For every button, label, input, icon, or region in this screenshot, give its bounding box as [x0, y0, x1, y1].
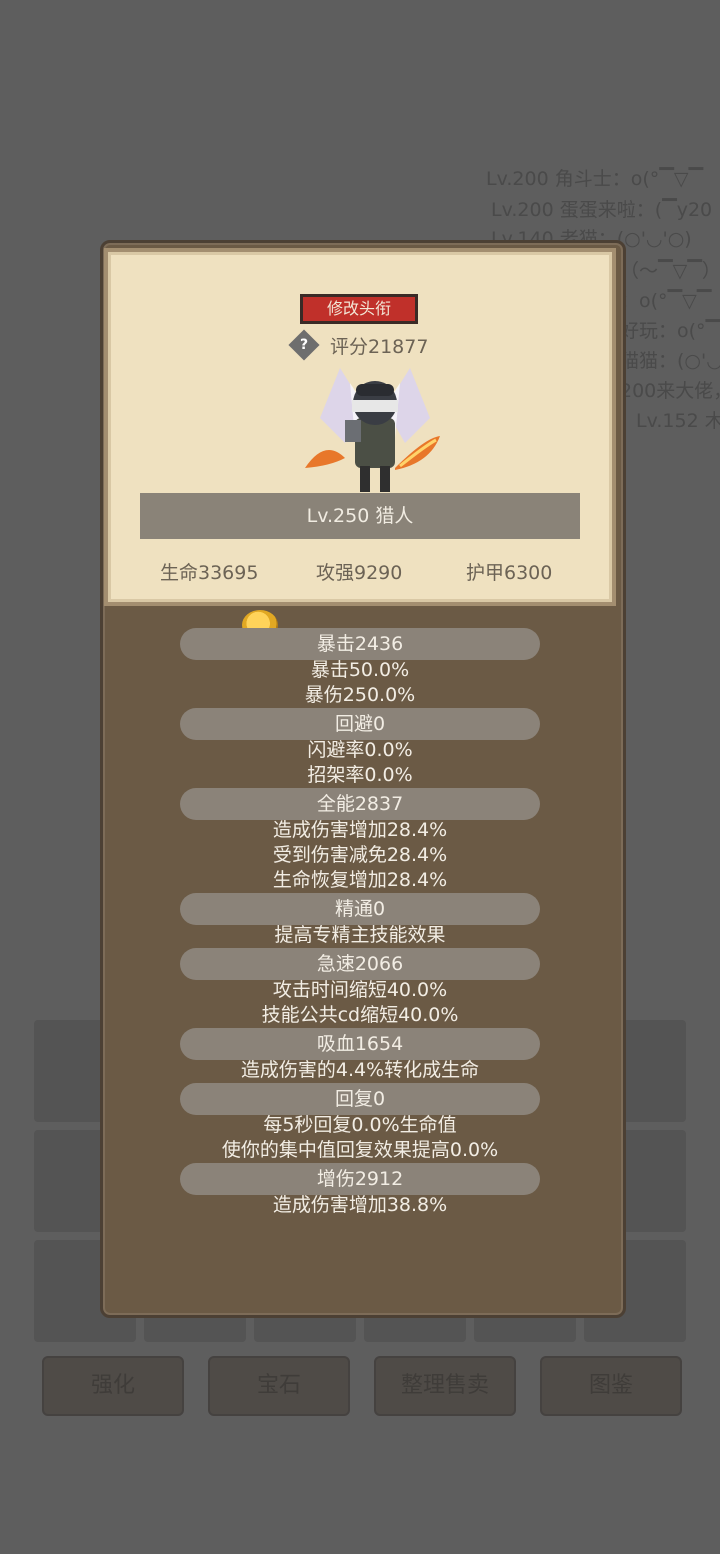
chat-line: 猫猫：(○'◡: [620, 350, 720, 372]
codex-button: 图鉴: [540, 1356, 682, 1416]
chat-line: （～▔▽▔）～: [620, 260, 720, 282]
character-avatar: [305, 368, 440, 492]
stat-detail: 闪避率0.0%: [307, 739, 413, 761]
stat-header-lifesteal: 吸血1654: [180, 1028, 540, 1060]
stat-header-mastery: 精通0: [180, 893, 540, 925]
chat-line: Lv.152 木: [636, 410, 720, 432]
stat-detail: 造成伤害增加28.4%: [272, 819, 448, 841]
stat-header-dodge: 回避0: [180, 708, 540, 740]
stat-header-haste: 急速2066: [180, 948, 540, 980]
sort-sell-button: 整理售卖: [374, 1356, 516, 1416]
gem-button: 宝石: [208, 1356, 350, 1416]
armor-stat: 护甲6300: [466, 562, 553, 584]
stat-detail: 生命恢复增加28.4%: [272, 869, 448, 891]
chat-line: Lv.200 角斗士：o(°▔▽▔: [486, 168, 704, 190]
stat-detail: 提高专精主技能效果: [274, 924, 446, 946]
chat-line: 200来大佬，: [620, 380, 720, 402]
character-name-bar: Lv.250 猎人: [140, 493, 580, 539]
attack-power-stat: 攻强9290: [316, 562, 403, 584]
stat-detail: 造成伤害的4.4%转化成生命: [240, 1059, 480, 1081]
chat-line: Lv.200 蛋蛋来啦：(▔y20: [491, 199, 713, 221]
stat-detail: 每5秒回复0.0%生命值: [263, 1114, 457, 1136]
stat-detail: 招架率0.0%: [307, 764, 413, 786]
stat-detail: 暴击50.0%: [310, 659, 410, 681]
stat-detail: 暴伤250.0%: [304, 684, 416, 706]
stat-detail: 攻击时间缩短40.0%: [272, 979, 448, 1001]
stat-list: 暴击2436 暴击50.0% 暴伤250.0% 回避0 闪避率0.0% 招架率0…: [180, 628, 540, 1218]
stat-header-regen: 回复0: [180, 1083, 540, 1115]
stat-detail: 造成伤害增加38.8%: [272, 1194, 448, 1216]
rename-title-button[interactable]: 修改头衔: [300, 294, 418, 324]
stat-detail: 技能公共cd缩短40.0%: [261, 1004, 459, 1026]
stat-detail: 使你的集中值回复效果提高0.0%: [221, 1139, 499, 1161]
stat-header-versatility: 全能2837: [180, 788, 540, 820]
stat-header-crit: 暴击2436: [180, 628, 540, 660]
stat-header-damage-bonus: 增伤2912: [180, 1163, 540, 1195]
stat-detail: 受到伤害减免28.4%: [272, 844, 448, 866]
enhance-button: 强化: [42, 1356, 184, 1416]
chat-line: 好玩：o(°▔: [620, 320, 720, 342]
chat-line: ：o(°▔▽▔: [620, 290, 712, 312]
hp-stat: 生命33695: [160, 562, 259, 584]
